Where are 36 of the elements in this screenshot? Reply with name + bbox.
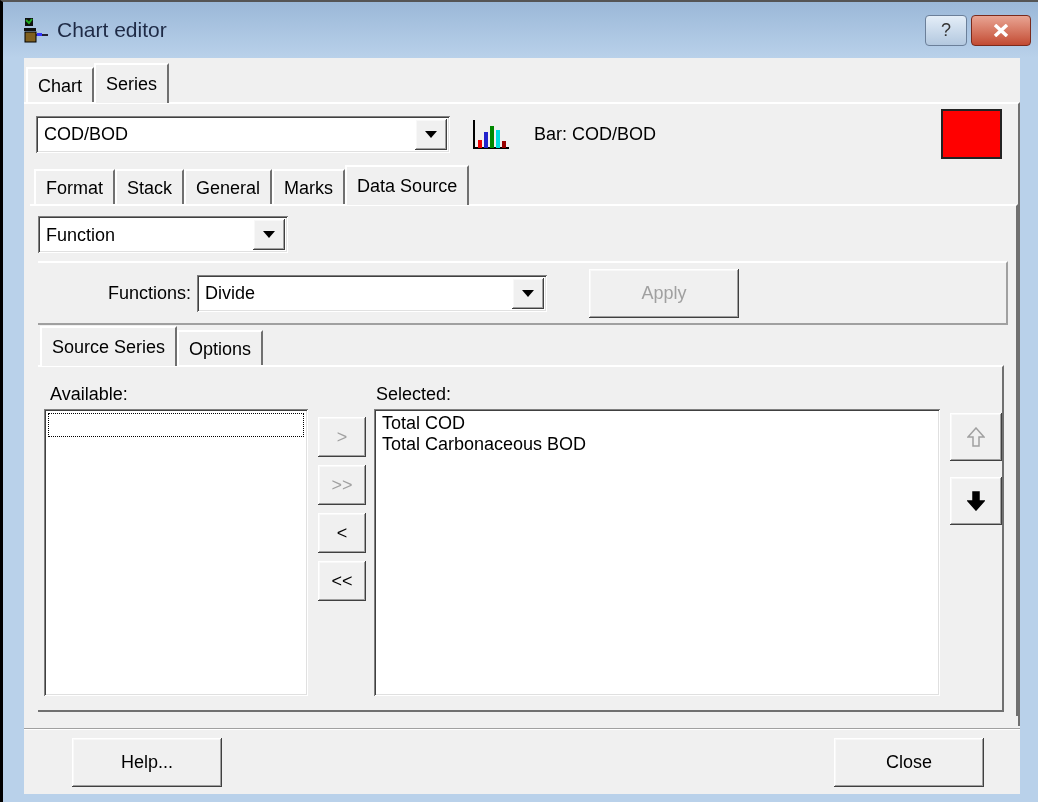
close-button[interactable]: [971, 14, 1031, 46]
down-arrow-icon: [967, 491, 985, 511]
tab[interactable]: Marks: [272, 169, 346, 204]
tab[interactable]: Series: [94, 63, 170, 103]
list-item[interactable]: Total Carbonaceous BOD: [382, 434, 940, 455]
list-item[interactable]: Total COD: [382, 413, 940, 434]
move-button[interactable]: <: [318, 513, 366, 553]
tab[interactable]: Chart: [26, 67, 94, 102]
caret-icon: [425, 130, 437, 138]
close-icon: [993, 23, 1009, 37]
tab[interactable]: Format: [34, 169, 115, 204]
window-title: Chart editor: [57, 17, 167, 44]
tab[interactable]: Options: [177, 330, 264, 365]
move-button[interactable]: <<: [318, 561, 366, 601]
tab[interactable]: Data Source: [345, 165, 470, 205]
functions-label: Functions:: [108, 281, 192, 305]
move-down-button[interactable]: [950, 477, 1002, 525]
series-dropdown[interactable]: COD/BOD: [36, 115, 450, 153]
up-arrow-icon: [967, 427, 985, 447]
help-dialog-button[interactable]: Help...: [72, 737, 222, 787]
app-icon: [23, 16, 49, 44]
caret-icon: [263, 231, 275, 238]
caret-icon: [522, 289, 535, 297]
tab[interactable]: Source Series: [40, 326, 178, 366]
help-button[interactable]: ?: [925, 14, 967, 46]
available-label: Available:: [50, 383, 129, 406]
series-color-swatch[interactable]: [941, 109, 1002, 159]
functions-dropdown[interactable]: Divide: [197, 274, 548, 312]
selected-list[interactable]: Total COD Total Carbonaceous BOD: [374, 409, 940, 696]
selected-label: Selected:: [376, 383, 453, 406]
close-dialog-button[interactable]: Close: [834, 737, 984, 787]
series-description: Bar: COD/BOD: [534, 122, 657, 146]
source-type-dropdown[interactable]: Function: [38, 216, 288, 253]
bar-chart-icon: [472, 118, 510, 150]
tab[interactable]: Stack: [115, 169, 185, 204]
tab[interactable]: General: [184, 169, 273, 204]
